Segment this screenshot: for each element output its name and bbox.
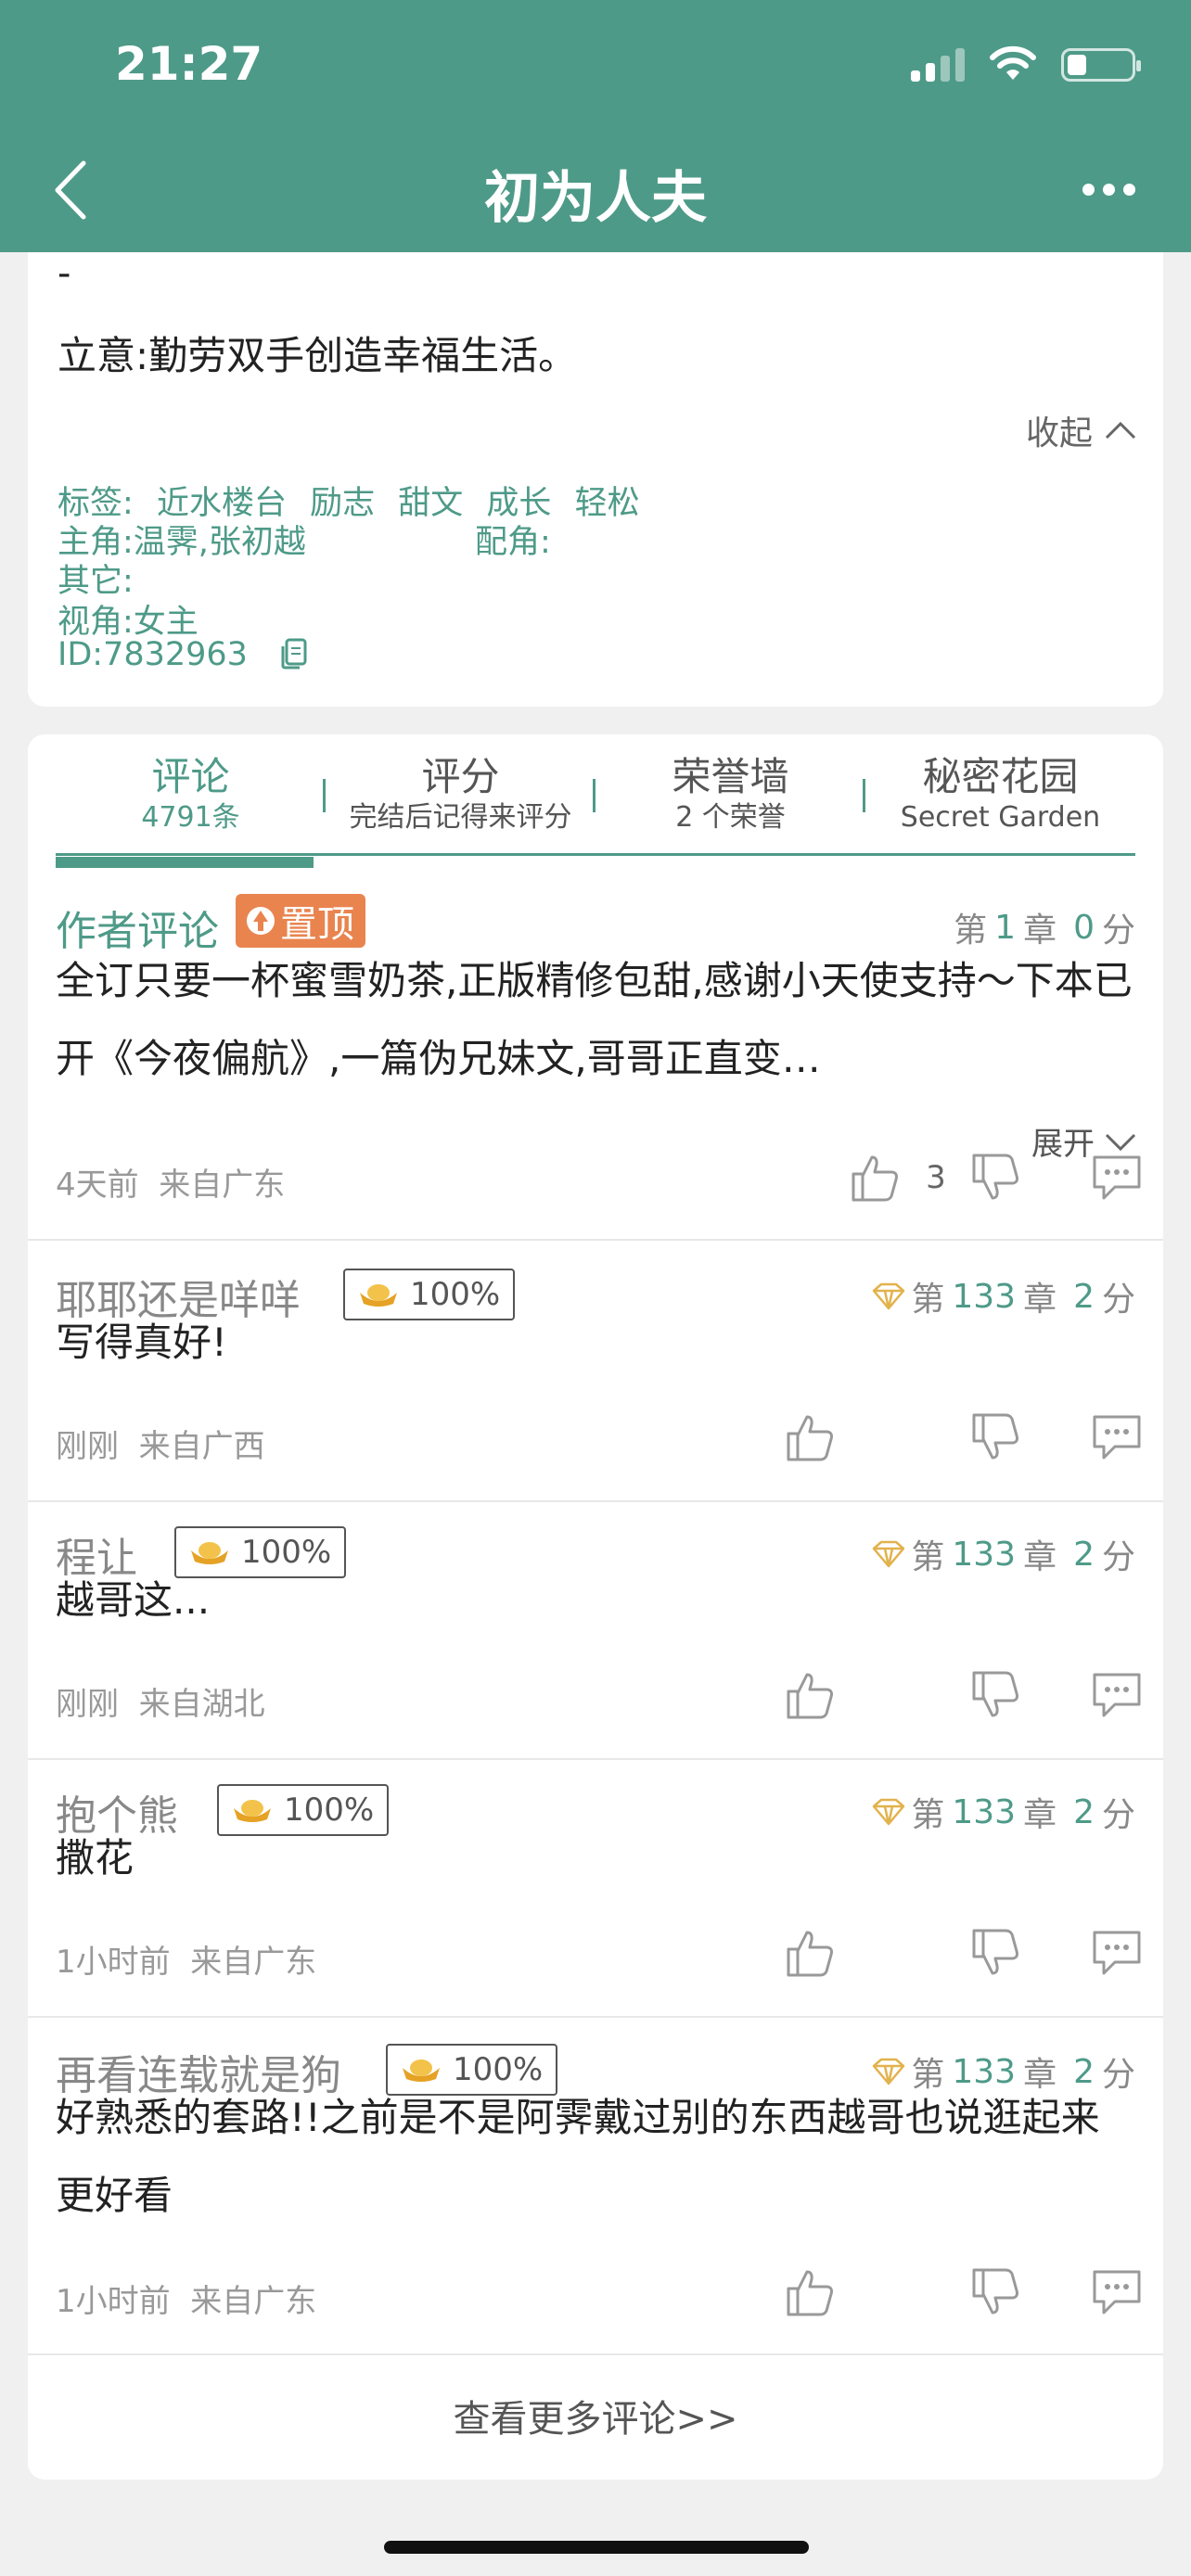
signal-icon [911, 45, 965, 82]
reply-icon[interactable] [1089, 1150, 1145, 1205]
comment-actions [783, 1409, 1145, 1465]
collapse-label: 收起 [1025, 414, 1093, 453]
comment-location: 来自广东 [190, 1944, 317, 1981]
thumbs-up-icon[interactable] [783, 1667, 839, 1723]
reply-icon[interactable] [1089, 1925, 1145, 1981]
like-count: 3 [926, 1159, 946, 1196]
comment-item: 作者评论 置顶 第1章 0分 全订只要一杯蜜雪奶茶,正版精修包甜,感谢小天使支持… [28, 894, 1163, 1241]
thumbs-down-icon[interactable] [968, 1925, 1024, 1981]
comment-body: 撒花 [56, 1835, 134, 1881]
comment-item: 程让 100% 第 133 章 2分 越哥这... 刚刚 来自湖北 [28, 1524, 1163, 1760]
comment-location: 来自广东 [190, 2283, 317, 2320]
tab-label: 评论 [151, 754, 230, 799]
comment-body: 越哥这... [56, 1577, 211, 1623]
pin-label: 置顶 [280, 903, 354, 946]
comment-meta: 1小时前 来自广东 [56, 2276, 316, 2321]
chapter-number: 1 [994, 908, 1017, 947]
view-more-comments-link[interactable]: 查看更多评论>> [28, 2389, 1163, 2442]
tab-rating[interactable]: 评分 完结后记得来评分 [326, 753, 596, 836]
reply-icon[interactable] [1089, 1667, 1145, 1723]
wifi-icon [990, 45, 1036, 80]
intro-dash: - [58, 252, 71, 295]
comment-body: 全订只要一杯蜜雪奶茶,正版精修包甜,感谢小天使支持～下本已开《今夜偏航》,一篇伪… [56, 958, 1133, 1081]
page-title: 初为人夫 [484, 166, 707, 231]
intent-text: 立意:勤劳双手创造幸福生活。 [58, 333, 578, 378]
more-icon[interactable] [1082, 184, 1135, 196]
comment-actions [783, 2264, 1145, 2320]
supporting-roles: 配角: [475, 524, 551, 561]
pin-up-icon [247, 907, 275, 935]
tag-link[interactable]: 轻松 [575, 485, 640, 522]
comment-location: 来自湖北 [138, 1686, 265, 1723]
comment-body: 好熟悉的套路!!之前是不是阿霁戴过别的东西越哥也说逛起来更好看 [56, 2095, 1100, 2218]
thumbs-down-icon[interactable] [968, 1409, 1024, 1465]
comment-time: 4天前 [56, 1167, 139, 1204]
home-indicator [384, 2541, 809, 2554]
comment-item: 抱个熊 100% 第 133 章 2分 撒花 1小时前 来自广东 [28, 1782, 1163, 2018]
comment-actions: 3 [848, 1150, 1145, 1205]
comment-time: 刚刚 [56, 1686, 119, 1723]
comment-location: 来自广西 [138, 1428, 265, 1465]
collapse-button[interactable]: 收起 [1026, 406, 1137, 454]
copy-icon[interactable] [278, 637, 310, 670]
tag-link[interactable]: 励志 [310, 485, 375, 522]
chevron-down-icon [1105, 1133, 1136, 1151]
thumbs-down-icon[interactable] [968, 1667, 1024, 1723]
comment-time: 刚刚 [56, 1428, 119, 1465]
tab-sub: 2 个荣誉 [675, 801, 786, 834]
thumbs-up-icon[interactable] [783, 2264, 839, 2320]
tab-label: 秘密花园 [922, 754, 1079, 799]
thumbs-down-icon[interactable] [968, 2264, 1024, 2320]
tab-label: 评分 [421, 754, 500, 799]
comment-meta: 刚刚 来自广西 [56, 1421, 265, 1466]
battery-icon [1061, 48, 1141, 82]
tab-underline [56, 853, 1135, 856]
comment-actions [783, 1925, 1145, 1981]
pinned-badge: 置顶 [236, 894, 365, 948]
novel-id-row: ID:7832963 [58, 636, 310, 673]
tab-sub: Secret Garden [900, 801, 1101, 834]
comment-item: 再看连载就是狗 100% 第 133 章 2分 好熟悉的套路!!之前是不是阿霁戴过别… [28, 2042, 1163, 2355]
tab-sub: 4791条 [141, 801, 240, 834]
tab-sub: 完结后记得来评分 [349, 801, 572, 834]
comment-meta: 刚刚 来自湖北 [56, 1678, 265, 1724]
thumbs-up-icon[interactable] [783, 1925, 839, 1981]
tab-comments[interactable]: 评论 4791条 [56, 753, 326, 836]
chevron-up-icon [1105, 421, 1136, 440]
reply-icon[interactable] [1089, 1409, 1145, 1465]
comment-actions [783, 1667, 1145, 1723]
comment-meta: 4天前 来自广东 [56, 1159, 285, 1205]
comment-time: 1小时前 [56, 2283, 171, 2320]
novel-id: ID:7832963 [58, 636, 248, 673]
nav-header: 21:27 初为人夫 [0, 0, 1191, 252]
score-value: 0 [1073, 908, 1095, 947]
tag-link[interactable]: 甜文 [398, 485, 463, 522]
status-icons [911, 45, 1141, 82]
tab-secret-garden[interactable]: 秘密花园 Secret Garden [865, 753, 1135, 836]
tab-bar: 评论 4791条 评分 完结后记得来评分 荣誉墙 2 个荣誉 秘密花园 Secr… [56, 753, 1135, 836]
comments-card: 评论 4791条 评分 完结后记得来评分 荣誉墙 2 个荣誉 秘密花园 Secr… [28, 734, 1163, 2480]
reply-icon[interactable] [1089, 2264, 1145, 2320]
novel-info-card: - 立意:勤劳双手创造幸福生活。 收起 标签: 近水楼台 励志 甜文 成长 轻松… [28, 252, 1163, 707]
status-time: 21:27 [115, 37, 263, 91]
thumbs-up-icon[interactable] [783, 1409, 839, 1465]
comment-time: 1小时前 [56, 1944, 171, 1981]
comment-meta: 1小时前 来自广东 [56, 1936, 316, 1982]
comment-location: 来自广东 [159, 1167, 286, 1204]
tab-honor-wall[interactable]: 荣誉墙 2 个荣誉 [596, 753, 865, 836]
tab-active-indicator [56, 857, 314, 868]
tab-label: 荣誉墙 [672, 754, 789, 799]
thumbs-down-icon[interactable] [968, 1150, 1024, 1205]
comment-body: 写得真好! [56, 1320, 227, 1365]
thumbs-up-icon[interactable] [848, 1150, 903, 1205]
comment-item: 耶耶还是咩咩 100% 第 133 章 2分 写得真好! 刚刚 来自广西 [28, 1267, 1163, 1502]
